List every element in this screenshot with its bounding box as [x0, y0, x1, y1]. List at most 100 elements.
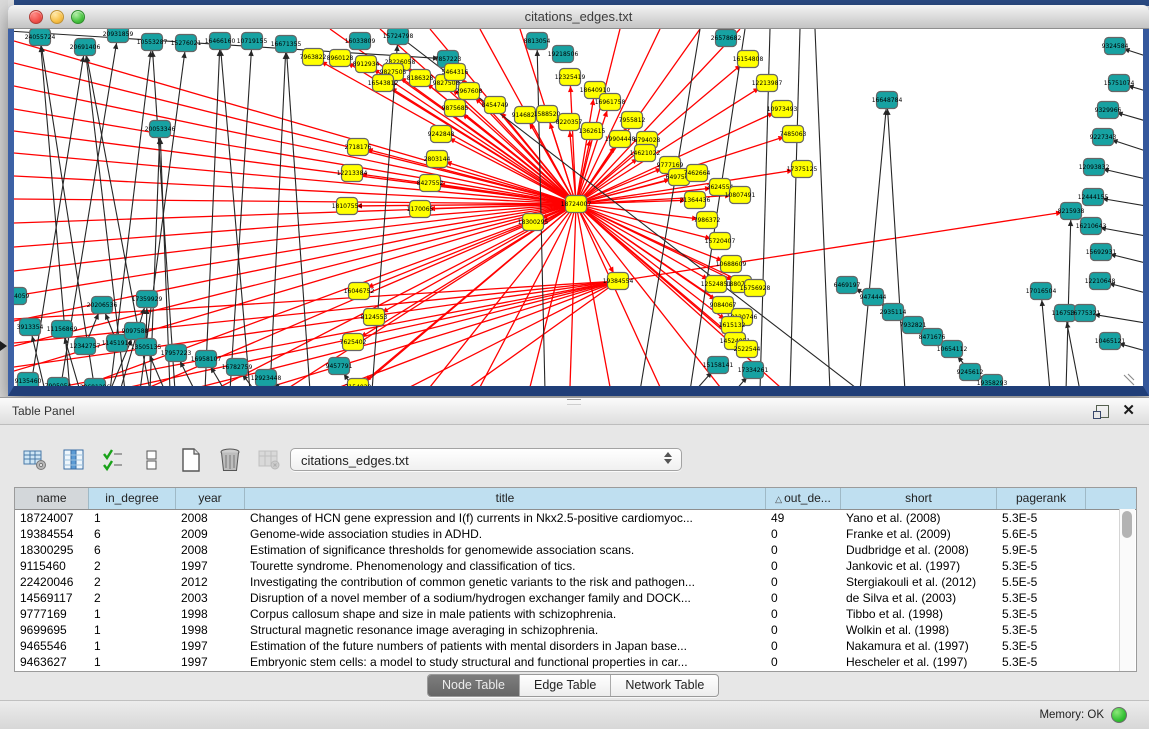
network-node[interactable]: 7955812 [619, 112, 646, 129]
cell[interactable]: 1 [89, 606, 176, 622]
network-node[interactable]: 12524851 [701, 276, 732, 293]
table-scrollbar-thumb[interactable] [1122, 511, 1132, 538]
cell[interactable]: Disruption of a novel member of a sodium… [245, 590, 766, 606]
network-node[interactable]: 19218506 [548, 46, 579, 63]
network-node[interactable]: 18724007 [561, 196, 592, 213]
cell[interactable]: 0 [766, 654, 841, 670]
network-node[interactable]: 14621022 [630, 145, 661, 162]
cell[interactable]: Stergiakouli et al. (2012) [841, 574, 997, 590]
network-node[interactable]: 16210643 [1076, 218, 1107, 235]
table-row[interactable]: 1938455462009Genome-wide association stu… [15, 526, 1136, 542]
network-node[interactable]: 20053346 [145, 121, 176, 138]
show-columns-icon[interactable] [61, 447, 87, 473]
network-node[interactable]: 16775321 [1070, 305, 1101, 322]
float-panel-icon[interactable] [1096, 405, 1109, 418]
cell[interactable]: 6 [89, 526, 176, 542]
network-node[interactable]: 17334261 [738, 362, 769, 379]
cell[interactable]: 1997 [176, 654, 245, 670]
network-node[interactable]: 12213384 [337, 165, 368, 182]
table-row[interactable]: 1456911722003Disruption of a novel membe… [15, 590, 1136, 606]
cell[interactable]: 5.3E-5 [997, 622, 1086, 638]
network-node[interactable]: 9135460 [15, 373, 42, 387]
cell[interactable]: 9115460 [15, 558, 89, 574]
network-node[interactable]: 21364436 [680, 192, 711, 209]
cell[interactable]: 1998 [176, 622, 245, 638]
cell[interactable]: 2009 [176, 526, 245, 542]
cell[interactable]: Genome-wide association studies in ADHD. [245, 526, 766, 542]
table-mode-icon[interactable] [22, 447, 48, 473]
network-node[interactable]: 1362615 [579, 123, 606, 140]
column-header-pagerank[interactable]: pagerank [997, 488, 1086, 509]
network-node[interactable]: 1170065 [407, 201, 434, 218]
network-node[interactable]: 10807491 [725, 187, 756, 204]
network-node[interactable]: 24055724 [25, 29, 56, 46]
network-node[interactable]: 12213987 [752, 75, 783, 92]
memory-status-dot[interactable] [1111, 707, 1127, 723]
network-node[interactable]: 9097588 [122, 323, 149, 340]
select-columns-icon[interactable] [100, 447, 126, 473]
cell[interactable]: 5.3E-5 [997, 638, 1086, 654]
cell[interactable]: 2003 [176, 590, 245, 606]
network-node[interactable]: 12923448 [251, 370, 282, 387]
cell[interactable]: Hescheler et al. (1997) [841, 654, 997, 670]
column-header-title[interactable]: title [245, 488, 766, 509]
network-node[interactable]: 16466160 [205, 33, 236, 50]
cell[interactable]: 5.3E-5 [997, 606, 1086, 622]
network-node[interactable]: 10654112 [937, 341, 968, 358]
network-node[interactable]: 20931859 [103, 29, 134, 43]
network-node[interactable]: 19904448 [605, 131, 636, 148]
network-node[interactable]: 2803144 [424, 151, 451, 168]
network-node[interactable]: 15692931 [1086, 244, 1117, 261]
network-node[interactable]: 15720407 [705, 233, 736, 250]
network-node[interactable]: 12093832 [1079, 159, 1110, 176]
cell[interactable]: Wolkin et al. (1998) [841, 622, 997, 638]
column-header-short[interactable]: short [841, 488, 997, 509]
cell[interactable]: Nakamura et al. (1997) [841, 638, 997, 654]
network-node[interactable]: 9329966 [1095, 102, 1122, 119]
network-node[interactable]: 19384554 [603, 273, 634, 290]
table-row[interactable]: 2242004622012Investigating the contribut… [15, 574, 1136, 590]
network-node[interactable]: 12325419 [555, 69, 586, 86]
cell[interactable]: 0 [766, 638, 841, 654]
cell[interactable]: 19384554 [15, 526, 89, 542]
network-node[interactable]: 3913354 [17, 319, 44, 336]
network-node[interactable]: 8427552 [417, 175, 444, 192]
network-node[interactable]: 16958107 [191, 351, 222, 368]
cell[interactable]: 18724007 [15, 510, 89, 526]
cell[interactable]: 49 [766, 510, 841, 526]
cell[interactable]: 1998 [176, 606, 245, 622]
network-node[interactable]: 8960128 [327, 50, 354, 67]
network-node[interactable]: 18107554 [332, 198, 363, 215]
tab-network-table[interactable]: Network Table [611, 675, 718, 696]
network-node[interactable]: 16648784 [872, 92, 903, 109]
cell[interactable]: Structural magnetic resonance image aver… [245, 622, 766, 638]
network-canvas[interactable]: 1872400724055724206914062093185910553287… [14, 29, 1143, 386]
cell[interactable]: Corpus callosum shape and size in male p… [245, 606, 766, 622]
cell[interactable]: Estimation of the future numbers of pati… [245, 638, 766, 654]
cell[interactable]: Yano et al. (2008) [841, 510, 997, 526]
network-node[interactable]: 20206536 [87, 297, 118, 314]
cell[interactable]: 9777169 [15, 606, 89, 622]
cell[interactable]: 0 [766, 590, 841, 606]
cell[interactable]: 5.3E-5 [997, 510, 1086, 526]
network-node[interactable]: 18300295 [518, 214, 549, 231]
table-select-combo[interactable]: citations_edges.txt [290, 448, 682, 471]
network-node[interactable]: 26578682 [711, 30, 742, 47]
network-node[interactable]: 15724798 [383, 29, 414, 45]
table-scrollbar[interactable] [1119, 509, 1135, 671]
column-header-out-degree[interactable]: △out_de... [766, 488, 841, 509]
network-node[interactable]: 17016504 [1026, 283, 1057, 300]
network-node[interactable]: 7986372 [694, 212, 721, 229]
network-node[interactable]: 9324584 [1102, 38, 1129, 55]
network-node[interactable]: 8124553 [361, 309, 388, 326]
cell[interactable]: 1 [89, 654, 176, 670]
panel-splitter-handle[interactable] [567, 399, 581, 405]
network-node[interactable]: 7625402 [340, 334, 367, 351]
close-panel-icon[interactable]: ✕ [1122, 401, 1135, 421]
close-traffic-light[interactable] [29, 10, 43, 24]
column-header-year[interactable]: year [176, 488, 245, 509]
cell[interactable]: Embryonic stem cells: a model to study s… [245, 654, 766, 670]
network-node[interactable]: 16961758 [595, 94, 626, 111]
network-node[interactable]: 9474444 [860, 289, 887, 306]
cell[interactable]: 2 [89, 574, 176, 590]
